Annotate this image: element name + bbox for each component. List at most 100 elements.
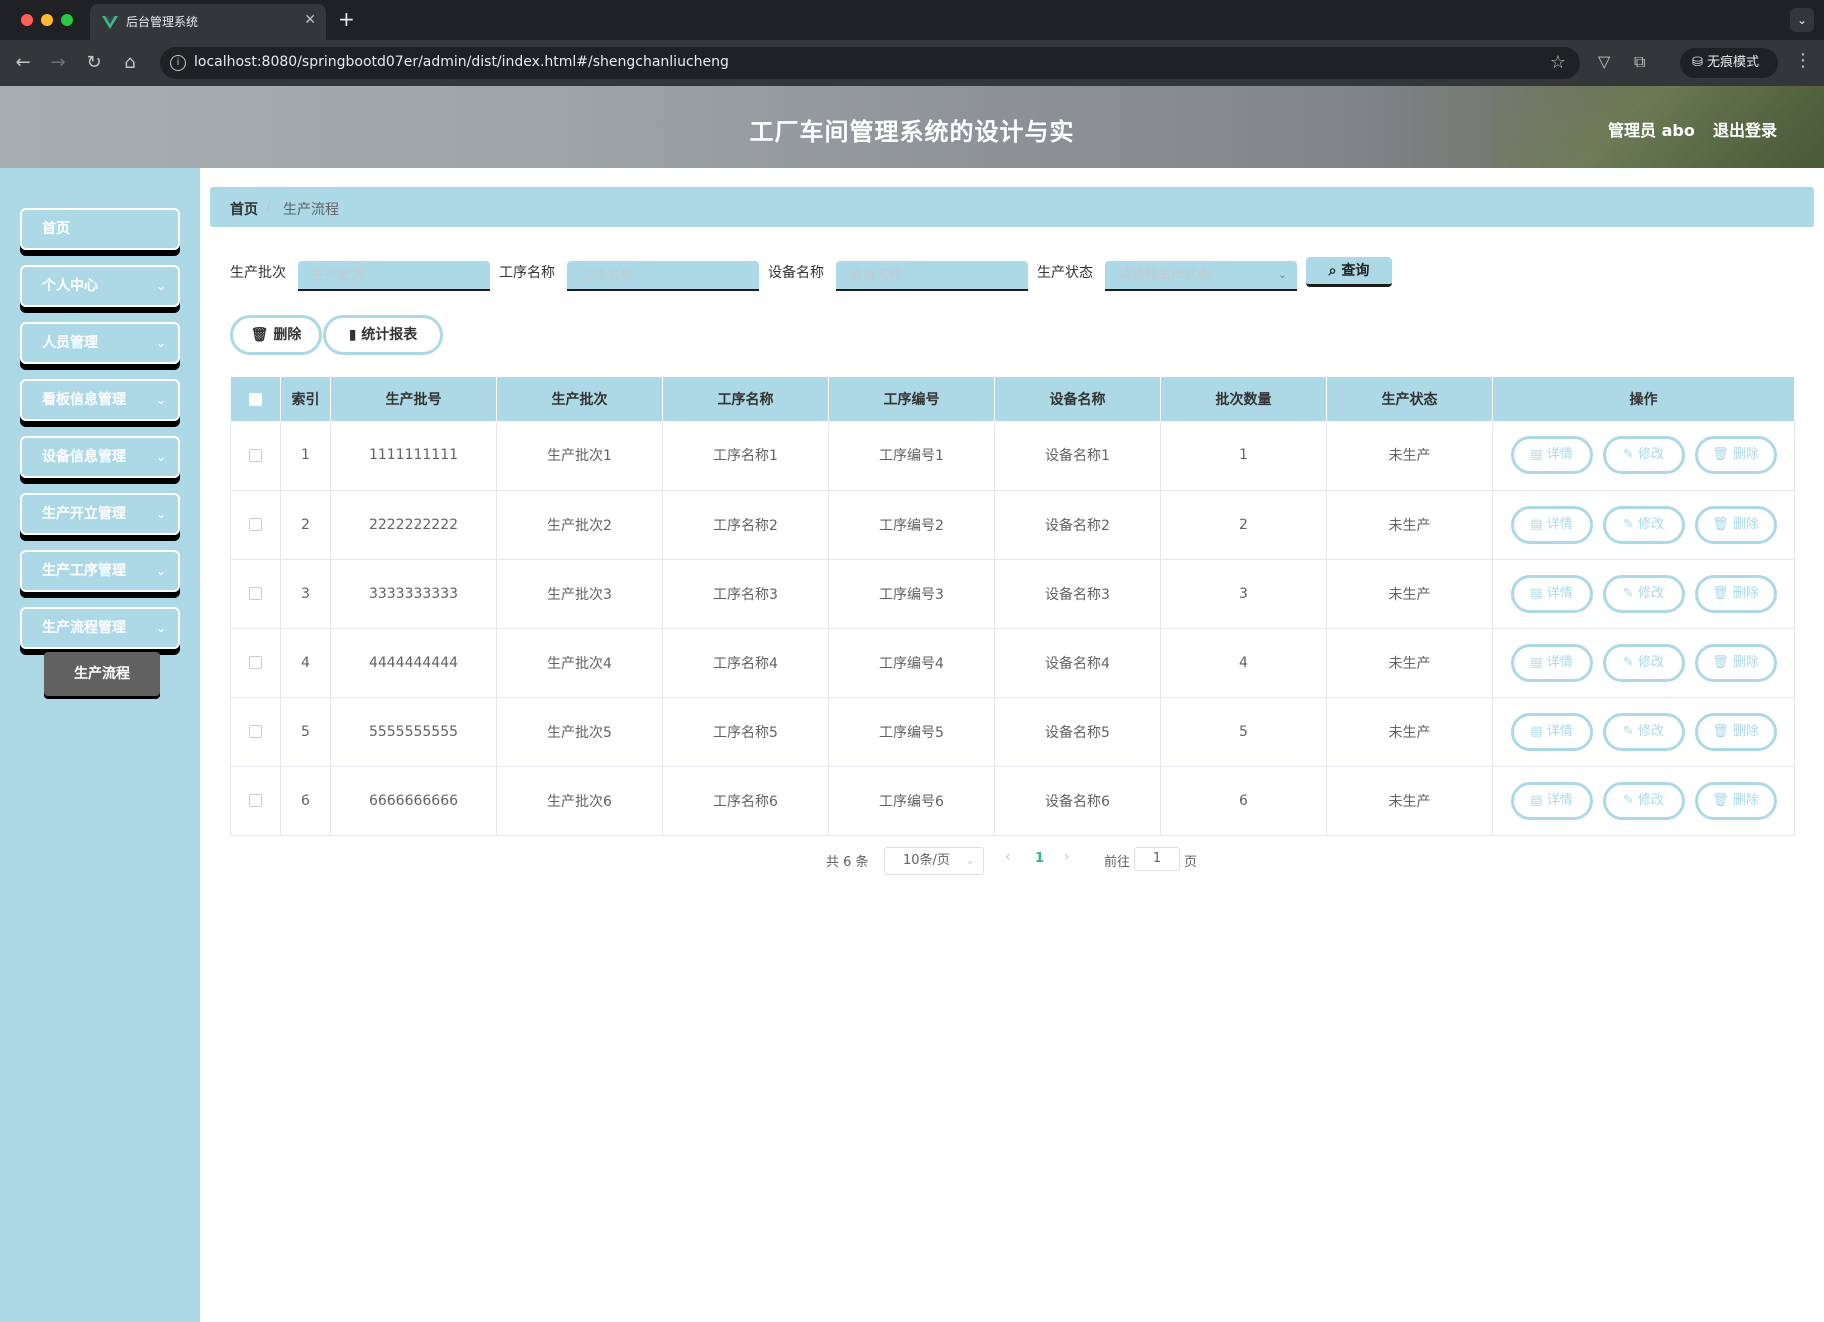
detail-label: 详情 [1546, 516, 1573, 532]
address-url[interactable]: localhost:8080/springbootd07er/admin/dis… [194, 54, 729, 70]
trash-icon: 🗑 [1712, 792, 1729, 808]
row-select-cell[interactable] [230, 766, 281, 836]
filter-device-input[interactable] [836, 261, 1028, 291]
address-bar[interactable]: i localhost:8080/springbootd07er/admin/d… [160, 47, 1580, 79]
row-select-cell[interactable] [230, 490, 281, 560]
sidebar-item-device[interactable]: 设备信息管理 ⌄ [20, 436, 180, 478]
row-select-cell[interactable] [230, 628, 281, 698]
prev-page-icon[interactable]: ‹ [1005, 849, 1011, 865]
search-button[interactable]: ⌕ 查询 [1306, 257, 1392, 287]
edit-button[interactable]: ✎ 修改 [1602, 643, 1685, 682]
row-checkbox[interactable] [249, 448, 262, 462]
table-row: 2 2222222222 生产批次2 工序名称2 工序编号2 设备名称2 2 未… [230, 490, 1795, 560]
select-all-checkbox[interactable] [248, 392, 262, 406]
maximize-window-button[interactable] [61, 14, 73, 26]
tab-search-icon[interactable]: ⌄ [1790, 8, 1814, 32]
bookmark-star-icon[interactable]: ☆ [1550, 52, 1566, 73]
edit-label: 修改 [1638, 447, 1665, 463]
filter-status-select[interactable]: 请选择生产状态 ⌄ [1105, 261, 1297, 291]
row-select-cell[interactable] [230, 421, 281, 491]
sidebar-item-board[interactable]: 看板信息管理 ⌄ [20, 379, 180, 421]
detail-button[interactable]: ▤ 详情 [1510, 643, 1593, 682]
row-select-cell[interactable] [230, 559, 281, 629]
close-window-button[interactable] [21, 14, 33, 26]
sidebar-item-production-order[interactable]: 生产开立管理 ⌄ [20, 493, 180, 535]
cell-process-name: 工序名称6 [662, 766, 829, 836]
edit-button[interactable]: ✎ 修改 [1602, 781, 1685, 820]
delete-label: 删除 [1732, 447, 1759, 463]
delete-button[interactable]: 🗑 删除 [1694, 574, 1777, 613]
cell-batch-no: 2222222222 [330, 490, 497, 560]
header-batch: 生产批次 [496, 377, 663, 421]
cell-operations: ▤ 详情 ✎ 修改 🗑 删除 [1492, 559, 1795, 629]
edit-button[interactable]: ✎ 修改 [1602, 505, 1685, 544]
detail-button[interactable]: ▤ 详情 [1510, 574, 1593, 613]
sidebar-item-production-process[interactable]: 生产工序管理 ⌄ [20, 550, 180, 592]
cell-qty: 4 [1160, 628, 1327, 698]
delete-button[interactable]: 🗑 删除 [1694, 505, 1777, 544]
edit-button[interactable]: ✎ 修改 [1602, 574, 1685, 613]
page-number-current[interactable]: 1 [1035, 851, 1044, 866]
sidebar-item-label: 人员管理 [42, 335, 98, 351]
sidebar-item-home[interactable]: 首页 [20, 208, 180, 250]
breadcrumb-home[interactable]: 首页 [230, 199, 258, 219]
sidebar-item-label: 个人中心 [42, 278, 98, 294]
minimize-window-button[interactable] [41, 14, 53, 26]
select-all-cell[interactable] [230, 377, 281, 421]
row-checkbox[interactable] [249, 518, 262, 531]
incognito-label: 无痕模式 [1707, 55, 1760, 70]
chevron-down-icon: ⌄ [155, 393, 166, 407]
row-checkbox[interactable] [249, 794, 262, 807]
cell-process-name: 工序名称1 [662, 421, 829, 491]
extensions-puzzle-icon[interactable]: ⧉ [1634, 52, 1645, 72]
browser-tab-active[interactable]: 后台管理系统 ✕ [90, 4, 326, 40]
delete-button[interactable]: 🗑 删除 [1694, 436, 1777, 475]
filter-process-input[interactable] [567, 261, 759, 291]
logout-button[interactable]: 退出登录 [1713, 117, 1777, 141]
back-icon[interactable]: ← [11, 51, 35, 75]
cell-device: 设备名称6 [994, 766, 1161, 836]
chevron-down-icon: ⌄ [965, 854, 975, 867]
chevron-down-icon: ⌄ [155, 507, 166, 521]
edit-button[interactable]: ✎ 修改 [1602, 712, 1685, 751]
home-icon[interactable]: ⌂ [118, 51, 142, 75]
statistics-report-button[interactable]: ▮ 统计报表 [323, 315, 443, 355]
document-icon: ▤ [1530, 447, 1543, 463]
filter-status-placeholder: 请选择生产状态 [1119, 267, 1211, 282]
sidebar-item-personal-center[interactable]: 个人中心 ⌄ [20, 265, 180, 307]
cell-index: 5 [280, 697, 331, 767]
statistics-report-label: 统计报表 [361, 327, 418, 343]
forward-icon[interactable]: → [46, 51, 70, 75]
cell-status: 未生产 [1326, 628, 1493, 698]
sidebar-item-staff[interactable]: 人员管理 ⌄ [20, 322, 180, 364]
sidebar-item-production-flow[interactable]: 生产流程管理 ⌄ [20, 607, 180, 649]
incognito-indicator[interactable]: ⛁ 无痕模式 [1680, 48, 1778, 78]
delete-button[interactable]: 🗑 删除 [1694, 643, 1777, 682]
batch-delete-button[interactable]: 🗑 删除 [230, 315, 322, 355]
site-info-icon[interactable]: i [170, 55, 186, 71]
extension-v-icon[interactable]: ▽ [1598, 52, 1610, 71]
next-page-icon[interactable]: › [1064, 849, 1070, 865]
detail-button[interactable]: ▤ 详情 [1510, 505, 1593, 544]
page-size-select[interactable]: 10条/页 ⌄ [884, 847, 984, 875]
row-checkbox[interactable] [249, 656, 262, 669]
row-checkbox[interactable] [249, 725, 262, 738]
delete-button[interactable]: 🗑 删除 [1694, 712, 1777, 751]
detail-button[interactable]: ▤ 详情 [1510, 436, 1593, 475]
row-checkbox[interactable] [249, 587, 262, 600]
filter-batch-input[interactable] [298, 261, 490, 291]
reload-icon[interactable]: ↻ [82, 51, 106, 75]
row-select-cell[interactable] [230, 697, 281, 767]
sidebar-subitem-production-flow[interactable]: 生产流程 [44, 652, 160, 696]
detail-button[interactable]: ▤ 详情 [1510, 712, 1593, 751]
new-tab-icon[interactable]: + [338, 7, 355, 31]
edit-button[interactable]: ✎ 修改 [1602, 436, 1685, 475]
goto-page-input[interactable]: 1 [1134, 847, 1180, 871]
edit-label: 修改 [1638, 585, 1665, 601]
sidebar-item-label: 设备信息管理 [42, 449, 126, 465]
detail-button[interactable]: ▤ 详情 [1510, 781, 1593, 820]
more-menu-icon[interactable]: ⋮ [1794, 50, 1812, 71]
close-tab-icon[interactable]: ✕ [304, 12, 316, 28]
sidebar-item-label: 生产开立管理 [42, 506, 126, 522]
delete-button[interactable]: 🗑 删除 [1694, 781, 1777, 820]
